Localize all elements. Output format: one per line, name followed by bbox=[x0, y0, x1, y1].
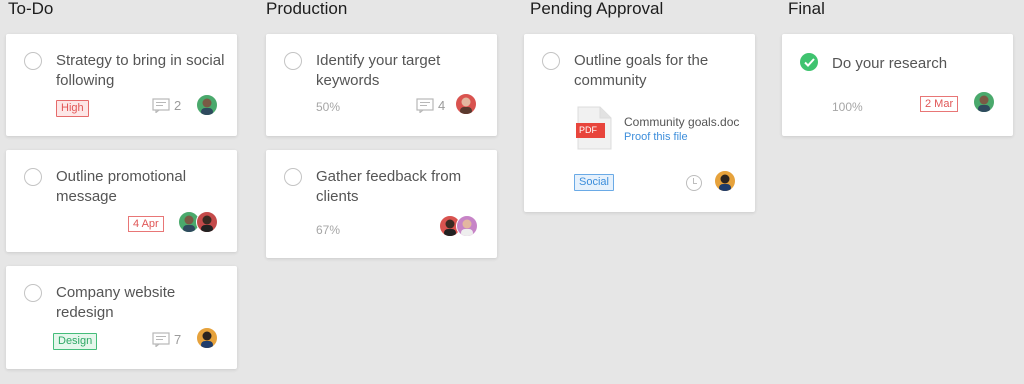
task-checkbox-icon[interactable] bbox=[24, 52, 42, 70]
comment-icon bbox=[416, 98, 434, 113]
category-tag[interactable]: Design bbox=[53, 333, 98, 350]
person-icon bbox=[201, 98, 213, 115]
clock-icon[interactable] bbox=[686, 175, 702, 191]
comment-count-value: 2 bbox=[174, 98, 182, 113]
due-date-badge[interactable]: 2 Mar bbox=[920, 96, 959, 112]
pdf-file-icon[interactable]: PDF bbox=[576, 106, 612, 150]
task-card[interactable]: Outline promotional message 4 Apr bbox=[6, 150, 237, 252]
task-card[interactable]: Strategy to bring in social following Hi… bbox=[6, 34, 237, 136]
task-title: Outline promotional message bbox=[56, 168, 187, 205]
progress-percent: 67% bbox=[316, 223, 341, 237]
comment-count[interactable]: 2 bbox=[152, 98, 181, 113]
task-title: Gather feedback from clients bbox=[316, 168, 462, 205]
column-title-todo: To-Do bbox=[8, 0, 54, 18]
task-title: Strategy to bring in social following bbox=[56, 52, 225, 89]
task-title: Identify your target keywords bbox=[316, 52, 441, 89]
comment-count-value: 4 bbox=[438, 98, 446, 113]
due-date-badge[interactable]: 4 Apr bbox=[128, 216, 164, 232]
task-card[interactable]: Identify your target keywords 50% 4 bbox=[266, 34, 497, 136]
task-title: Outline goals for the community bbox=[574, 52, 709, 89]
comment-count[interactable]: 4 bbox=[416, 98, 445, 113]
task-checkbox-icon[interactable] bbox=[284, 52, 302, 70]
comment-icon bbox=[152, 332, 170, 347]
file-type-label: PDF bbox=[579, 125, 597, 135]
proof-file-link[interactable]: Proof this file bbox=[624, 131, 688, 143]
task-card[interactable]: Company website redesign Design 7 bbox=[6, 266, 237, 369]
check-circle-icon[interactable] bbox=[800, 53, 818, 71]
task-checkbox-icon[interactable] bbox=[24, 168, 42, 186]
person-icon bbox=[719, 174, 731, 191]
assignee-avatar[interactable] bbox=[456, 215, 478, 237]
progress-percent: 50% bbox=[316, 100, 341, 114]
assignee-avatar[interactable] bbox=[973, 91, 995, 113]
task-card[interactable]: Do your research 100% 2 Mar bbox=[782, 34, 1013, 136]
category-tag[interactable]: Social bbox=[574, 174, 614, 191]
task-title: Company website redesign bbox=[56, 284, 176, 321]
assignee-avatar[interactable] bbox=[196, 94, 218, 116]
task-card[interactable]: Outline goals for the community PDF Comm… bbox=[524, 34, 755, 212]
person-icon bbox=[460, 97, 472, 114]
task-card[interactable]: Gather feedback from clients 67% bbox=[266, 150, 497, 258]
comment-icon bbox=[152, 98, 170, 113]
person-icon bbox=[461, 219, 473, 236]
column-title-pending-approval: Pending Approval bbox=[530, 0, 664, 18]
task-checkbox-icon[interactable] bbox=[284, 168, 302, 186]
assignee-avatar[interactable] bbox=[196, 327, 218, 349]
person-icon bbox=[201, 331, 213, 348]
column-title-production: Production bbox=[266, 0, 348, 18]
task-checkbox-icon[interactable] bbox=[24, 284, 42, 302]
task-checkbox-icon[interactable] bbox=[542, 52, 560, 70]
comment-count[interactable]: 7 bbox=[152, 332, 181, 347]
assignee-avatar[interactable] bbox=[196, 211, 218, 233]
person-icon bbox=[201, 215, 213, 232]
column-title-final: Final bbox=[788, 0, 825, 18]
comment-count-value: 7 bbox=[174, 332, 182, 347]
progress-percent: 100% bbox=[832, 100, 863, 114]
person-icon bbox=[978, 95, 990, 112]
assignee-avatar[interactable] bbox=[455, 93, 477, 115]
assignee-avatar[interactable] bbox=[714, 170, 736, 192]
task-title: Do your research bbox=[832, 55, 948, 72]
attachment-name[interactable]: Community goals.doc bbox=[624, 115, 739, 129]
priority-tag[interactable]: High bbox=[56, 100, 89, 117]
